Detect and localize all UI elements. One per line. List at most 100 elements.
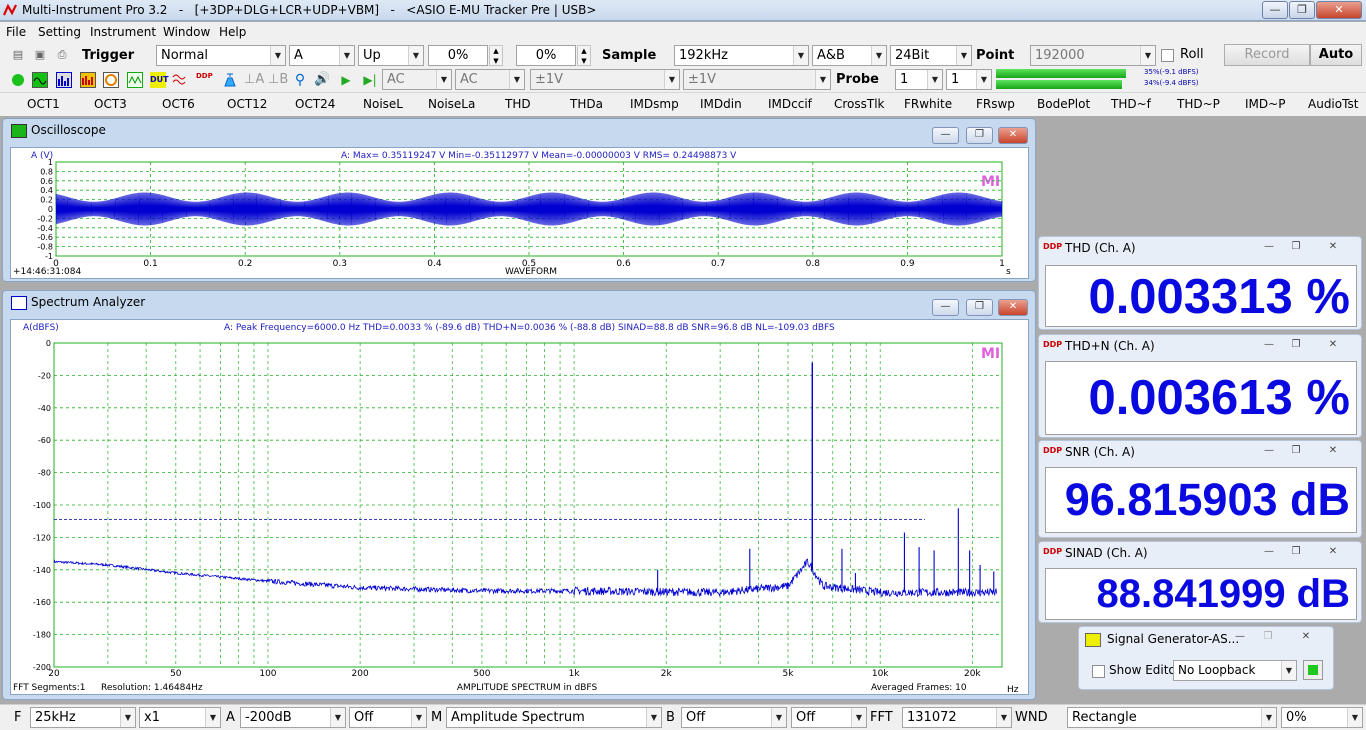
generator-toggle-button[interactable]: [1303, 660, 1323, 680]
menu-instrument[interactable]: Instrument: [90, 25, 156, 39]
osc-minimize-button[interactable]: —: [932, 127, 959, 144]
osc-close-button[interactable]: ✕: [998, 127, 1028, 144]
scope-icon[interactable]: [32, 72, 48, 88]
lock-b-icon[interactable]: ⊥B: [268, 72, 288, 88]
menu-setting[interactable]: Setting: [38, 25, 81, 39]
probe-icon[interactable]: ⚲: [292, 72, 308, 88]
menu-window[interactable]: Window: [163, 25, 210, 39]
macro-thd-f[interactable]: THD~f: [1111, 97, 1151, 111]
fft-size-select[interactable]: 131072 ▼: [902, 707, 1012, 728]
close-icon[interactable]: ✕: [1322, 241, 1344, 255]
macro-bodeplot[interactable]: BodePlot: [1037, 97, 1090, 111]
macro-oct3[interactable]: OCT3: [94, 97, 127, 111]
signal-generator-window[interactable]: Signal Generator-AS... — ❐ ✕ Show Editor…: [1078, 626, 1334, 690]
sample-rate-select[interactable]: 192kHz ▼: [674, 45, 809, 66]
a-range-select[interactable]: -200dB ▼: [240, 707, 346, 728]
measurement-mode-select[interactable]: Amplitude Spectrum ▼: [446, 707, 662, 728]
calibrate-icon[interactable]: [222, 72, 238, 88]
auto-button[interactable]: Auto: [1310, 44, 1362, 66]
save-icon[interactable]: ▣: [32, 47, 48, 63]
off-select-1[interactable]: Off ▼: [349, 707, 427, 728]
minimize-icon[interactable]: —: [1258, 546, 1280, 560]
macro-imd-p[interactable]: IMD~P: [1245, 97, 1285, 111]
macro-oct24[interactable]: OCT24: [295, 97, 335, 111]
thdn-meter-window[interactable]: DDP THD+N (Ch. A) — ❐ ✕ 0.003613 %: [1038, 334, 1362, 438]
maximize-button[interactable]: ❐: [1289, 1, 1315, 19]
window-function-select[interactable]: Rectangle ▼: [1067, 707, 1277, 728]
title-bar[interactable]: Multi-Instrument Pro 3.2 - [+3DP+DLG+LCR…: [0, 0, 1366, 21]
trigger-delay-input[interactable]: 0%: [516, 45, 576, 66]
spectrum-icon[interactable]: [56, 72, 72, 88]
macro-frswp[interactable]: FRswp: [976, 97, 1015, 111]
minimize-icon[interactable]: —: [1258, 339, 1280, 353]
probe-b-select[interactable]: 1 ▼: [946, 69, 992, 90]
zoom-select[interactable]: x1 ▼: [139, 707, 221, 728]
macro-thd-p[interactable]: THD~P: [1177, 97, 1220, 111]
macro-imdccif[interactable]: IMDccif: [768, 97, 812, 111]
frequency-span-select[interactable]: 25kHz ▼: [30, 707, 136, 728]
off-select-2[interactable]: Off ▼: [791, 707, 867, 728]
osc-maximize-button[interactable]: ❐: [966, 127, 993, 144]
point-select[interactable]: 192000 ▼: [1030, 45, 1156, 66]
close-icon[interactable]: ✕: [1322, 339, 1344, 353]
thd-meter-window[interactable]: DDP THD (Ch. A) — ❐ ✕ 0.003313 %: [1038, 236, 1362, 330]
maximize-icon[interactable]: ❐: [1257, 631, 1279, 645]
maximize-icon[interactable]: ❐: [1285, 546, 1307, 560]
speaker-icon[interactable]: 🔊: [314, 72, 330, 88]
macro-noisela[interactable]: NoiseLa: [428, 97, 475, 111]
record-button[interactable]: Record: [1224, 44, 1310, 66]
channels-select[interactable]: A&B ▼: [812, 45, 887, 66]
snr-meter-window[interactable]: DDP SNR (Ch. A) — ❐ ✕ 96.815903 dB: [1038, 440, 1362, 538]
coupling-b-select[interactable]: AC ▼: [455, 69, 525, 90]
spectrum-analyzer-window[interactable]: Spectrum Analyzer — ❐ ✕ A(dBFS) A: Peak …: [2, 290, 1036, 700]
overlap-select[interactable]: 0% ▼: [1281, 707, 1363, 728]
menu-file[interactable]: File: [6, 25, 26, 39]
macro-audiotst[interactable]: AudioTst: [1308, 97, 1358, 111]
bits-select[interactable]: 24Bit ▼: [890, 45, 972, 66]
close-icon[interactable]: ✕: [1295, 631, 1317, 645]
macro-frwhite[interactable]: FRwhite: [904, 97, 952, 111]
lock-a-icon[interactable]: ⊥A: [244, 72, 264, 88]
close-icon[interactable]: ✕: [1322, 546, 1344, 560]
open-icon[interactable]: ▤: [10, 47, 26, 63]
maximize-icon[interactable]: ❐: [1285, 445, 1307, 459]
spec-maximize-button[interactable]: ❐: [966, 299, 993, 316]
show-editor-checkbox[interactable]: [1092, 665, 1105, 678]
trigger-delay-spinner[interactable]: ▲ ▼: [577, 45, 591, 66]
run-icon[interactable]: [10, 72, 26, 88]
coupling-a-select[interactable]: AC ▼: [382, 69, 452, 90]
multimeter-icon[interactable]: [103, 72, 119, 88]
spectrum3d-icon[interactable]: [80, 72, 96, 88]
trigger-mode-select[interactable]: Normal ▼: [156, 45, 286, 66]
minimize-icon[interactable]: —: [1229, 631, 1251, 645]
unit-icon[interactable]: DUT: [150, 72, 169, 88]
macro-imdsmp[interactable]: IMDsmp: [630, 97, 679, 111]
thd-icon[interactable]: [172, 72, 188, 88]
play-once-icon[interactable]: ▶|: [362, 72, 378, 88]
minimize-button[interactable]: —: [1262, 1, 1288, 19]
probe-a-select[interactable]: 1 ▼: [895, 69, 943, 90]
dda-icon[interactable]: [127, 72, 143, 88]
macro-crosstlk[interactable]: CrossTlk: [834, 97, 885, 111]
range-a-select[interactable]: ±1V ▼: [530, 69, 680, 90]
maximize-icon[interactable]: ❐: [1285, 241, 1307, 255]
menu-help[interactable]: Help: [219, 25, 246, 39]
play-icon[interactable]: ▶: [338, 72, 354, 88]
trigger-edge-select[interactable]: Up ▼: [358, 45, 424, 66]
spec-close-button[interactable]: ✕: [998, 299, 1028, 316]
roll-checkbox[interactable]: [1161, 49, 1174, 62]
range-b-select[interactable]: ±1V ▼: [683, 69, 831, 90]
minimize-icon[interactable]: —: [1258, 445, 1280, 459]
oscilloscope-plot[interactable]: A (V) A: Max= 0.35119247 V Min=-0.351129…: [10, 147, 1029, 279]
print-icon[interactable]: ⎙: [54, 47, 70, 63]
close-button[interactable]: ✕: [1316, 1, 1362, 19]
macro-oct12[interactable]: OCT12: [227, 97, 267, 111]
minimize-icon[interactable]: —: [1258, 241, 1280, 255]
macro-noisel[interactable]: NoiseL: [363, 97, 403, 111]
trigger-level-input[interactable]: 0%: [428, 45, 488, 66]
trigger-level-spinner[interactable]: ▲ ▼: [489, 45, 503, 66]
sinad-meter-window[interactable]: DDP SINAD (Ch. A) — ❐ ✕ 88.841999 dB: [1038, 541, 1362, 623]
loopback-select[interactable]: No Loopback ▼: [1173, 660, 1297, 681]
spec-minimize-button[interactable]: —: [932, 299, 959, 316]
macro-oct6[interactable]: OCT6: [162, 97, 195, 111]
